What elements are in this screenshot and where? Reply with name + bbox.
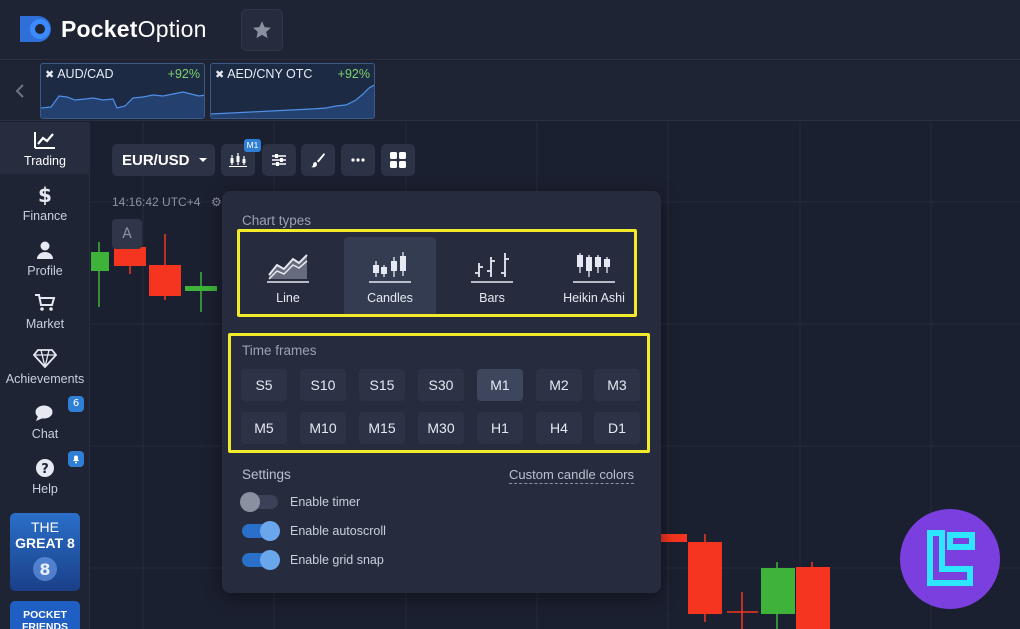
svg-text:?: ? — [41, 462, 49, 477]
sidebar-item-achievements[interactable]: Achievements — [0, 340, 90, 392]
caret-down-icon — [198, 158, 207, 162]
toggle-label: Enable grid snap — [290, 553, 384, 567]
svg-text:8: 8 — [39, 560, 50, 579]
candle — [761, 568, 795, 614]
server-time: 14:16:42 UTC+4 — [112, 195, 201, 209]
sidebar-item-label: Trading — [24, 154, 66, 168]
pocket-option-logo-icon — [18, 12, 58, 46]
asset-selector-button[interactable]: EUR/USD — [112, 144, 215, 176]
grid-icon — [390, 152, 406, 168]
trophy-icon: 8 — [33, 557, 57, 581]
promo-line-2: GREAT 8 — [15, 535, 75, 551]
settings-title: Settings — [242, 467, 291, 482]
toggle-row-grid-snap: Enable grid snap — [242, 550, 384, 570]
promo2-line-1: POCKET — [23, 609, 67, 621]
asset-card-aed-cny[interactable]: ✖ AED/CNY OTC +92% — [210, 63, 375, 119]
toggle-row-autoscroll: Enable autoscroll — [242, 521, 386, 541]
sidebar: Trading $ Finance Profile Market Achieve… — [0, 122, 90, 629]
chevron-left-icon — [15, 84, 24, 98]
diamond-icon — [33, 349, 57, 368]
strip-prev-button[interactable] — [10, 79, 30, 103]
star-icon — [253, 21, 271, 39]
custom-candle-colors-link[interactable]: Custom candle colors — [509, 467, 634, 484]
watermark-logo-icon — [900, 509, 1000, 609]
trading-chart-icon — [34, 132, 55, 149]
help-icon: ? — [36, 459, 54, 477]
chat-unread-badge: 6 — [68, 396, 84, 412]
sidebar-item-finance[interactable]: $ Finance — [0, 177, 90, 229]
toggle-label: Enable autoscroll — [290, 524, 386, 538]
candle — [185, 286, 217, 291]
promo-line-1: THE — [31, 519, 59, 535]
sidebar-item-trading[interactable]: Trading — [0, 122, 90, 174]
sidebar-item-label: Profile — [27, 264, 63, 278]
sparkline — [41, 91, 204, 118]
chart-types-title: Chart types — [242, 213, 312, 228]
enable-grid-snap-toggle[interactable] — [242, 550, 280, 570]
timeframe-badge: M1 — [244, 139, 261, 152]
user-icon — [37, 241, 53, 259]
dollar-icon: $ — [38, 185, 52, 205]
chat-icon — [35, 405, 53, 421]
candle — [149, 265, 181, 296]
sidebar-item-label: Finance — [22, 209, 68, 223]
enable-timer-toggle[interactable] — [240, 492, 278, 512]
svg-text:$: $ — [38, 185, 52, 205]
candle — [661, 534, 687, 542]
more-options-button[interactable] — [341, 144, 375, 176]
time-frames-highlight — [228, 333, 650, 453]
toggle-label: Enable timer — [290, 495, 361, 509]
candle — [114, 247, 146, 266]
asset-strip: ✖ AUD/CAD +92% ✖ AED/CNY OTC +92% — [0, 61, 1020, 121]
indicators-button[interactable] — [262, 144, 296, 176]
text-tool-button[interactable]: A — [112, 219, 142, 249]
cart-icon — [35, 294, 56, 311]
promo-pocket-friends-banner[interactable]: POCKET FRIENDS — [10, 601, 80, 629]
sidebar-item-profile[interactable]: Profile — [0, 232, 90, 284]
sidebar-item-label: Market — [25, 317, 65, 331]
asset-pair-label: EUR/USD — [122, 151, 190, 169]
sidebar-item-label: Help — [32, 482, 58, 496]
sliders-icon — [272, 154, 286, 166]
promo-great-8-banner[interactable]: THE GREAT 8 8 — [10, 513, 80, 591]
candles-icon — [229, 153, 247, 167]
layout-grid-button[interactable] — [381, 144, 415, 176]
sidebar-item-market[interactable]: Market — [0, 285, 90, 337]
enable-autoscroll-toggle[interactable] — [242, 521, 280, 541]
favorites-button[interactable] — [241, 9, 283, 51]
help-notification-badge — [68, 451, 84, 467]
asset-card-aud-cad[interactable]: ✖ AUD/CAD +92% — [40, 63, 205, 119]
brush-icon — [311, 153, 325, 168]
ellipsis-icon — [351, 158, 365, 162]
sidebar-item-label: Achievements — [5, 372, 85, 386]
candles-left — [91, 228, 217, 312]
candle — [796, 567, 830, 629]
sidebar-item-label: Chat — [31, 427, 59, 441]
sparkline — [211, 84, 374, 118]
toggle-row-timer: Enable timer — [240, 492, 361, 512]
candle — [688, 542, 722, 614]
candle — [91, 252, 109, 271]
chart-types-highlight — [237, 229, 637, 317]
brand-logo[interactable]: PocketOption — [18, 12, 207, 46]
promo2-line-2: FRIENDS — [21, 621, 69, 629]
bell-icon — [73, 455, 79, 464]
drawings-button[interactable] — [301, 144, 335, 176]
gear-icon[interactable]: ⚙ — [211, 195, 222, 209]
brand-name: PocketOption — [61, 15, 207, 42]
candles-right — [661, 534, 830, 629]
app-header: PocketOption — [0, 0, 1020, 60]
